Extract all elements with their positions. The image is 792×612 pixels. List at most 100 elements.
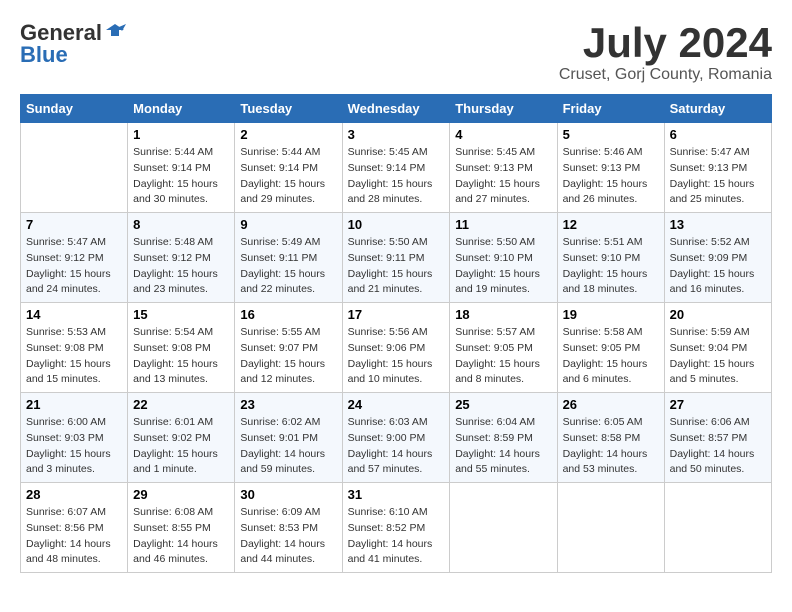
day-number: 14: [26, 307, 122, 322]
day-number: 31: [348, 487, 445, 502]
day-info: Sunrise: 5:45 AM Sunset: 9:14 PM Dayligh…: [348, 145, 445, 208]
calendar-cell: 23Sunrise: 6:02 AM Sunset: 9:01 PM Dayli…: [235, 393, 342, 483]
day-info: Sunrise: 5:47 AM Sunset: 9:13 PM Dayligh…: [670, 145, 766, 208]
calendar-table: SundayMondayTuesdayWednesdayThursdayFrid…: [20, 94, 772, 573]
weekday-header-thursday: Thursday: [450, 95, 557, 123]
day-number: 1: [133, 127, 229, 142]
calendar-cell: 24 Sunrise: 6:03 AM Sunset: 9:00 PM Dayli…: [342, 393, 450, 483]
day-number: 2: [240, 127, 336, 142]
day-info: Sunrise: 6:06 AM Sunset: 8:57 PM Dayligh…: [670, 415, 766, 478]
calendar-cell: [21, 123, 128, 213]
day-info: Sunrise: 5:59 AM Sunset: 9:04 PM Dayligh…: [670, 325, 766, 388]
calendar-cell: 26 Sunrise: 6:05 AM Sunset: 8:58 PM Dayli…: [557, 393, 664, 483]
day-info: Sunrise: 6:07 AM Sunset: 8:56 PM Dayligh…: [26, 505, 122, 568]
calendar-cell: 27 Sunrise: 6:06 AM Sunset: 8:57 PM Dayli…: [664, 393, 771, 483]
title-block: July 2024 Cruset, Gorj County, Romania: [559, 20, 772, 84]
calendar-cell: 15 Sunrise: 5:54 AM Sunset: 9:08 PM Dayli…: [128, 303, 235, 393]
calendar-cell: 4Sunrise: 5:45 AM Sunset: 9:13 PM Daylig…: [450, 123, 557, 213]
day-number: 11: [455, 217, 551, 232]
weekday-header-sunday: Sunday: [21, 95, 128, 123]
day-info: Sunrise: 5:58 AM Sunset: 9:05 PM Dayligh…: [563, 325, 659, 388]
calendar-cell: 5 Sunrise: 5:46 AM Sunset: 9:13 PM Daylig…: [557, 123, 664, 213]
day-info: Sunrise: 5:48 AM Sunset: 9:12 PM Dayligh…: [133, 235, 229, 298]
day-number: 10: [348, 217, 445, 232]
weekday-header-friday: Friday: [557, 95, 664, 123]
day-info: Sunrise: 6:10 AM Sunset: 8:52 PM Dayligh…: [348, 505, 445, 568]
calendar-cell: 7Sunrise: 5:47 AM Sunset: 9:12 PM Daylig…: [21, 213, 128, 303]
day-info: Sunrise: 5:44 AM Sunset: 9:14 PM Dayligh…: [133, 145, 229, 208]
day-info: Sunrise: 5:52 AM Sunset: 9:09 PM Dayligh…: [670, 235, 766, 298]
day-number: 17: [348, 307, 445, 322]
day-info: Sunrise: 5:57 AM Sunset: 9:05 PM Dayligh…: [455, 325, 551, 388]
day-number: 9: [240, 217, 336, 232]
day-number: 16: [240, 307, 336, 322]
calendar-cell: 17 Sunrise: 5:56 AM Sunset: 9:06 PM Dayli…: [342, 303, 450, 393]
day-number: 30: [240, 487, 336, 502]
week-row-3: 14 Sunrise: 5:53 AM Sunset: 9:08 PM Dayli…: [21, 303, 772, 393]
calendar-cell: 16Sunrise: 5:55 AM Sunset: 9:07 PM Dayli…: [235, 303, 342, 393]
day-info: Sunrise: 5:54 AM Sunset: 9:08 PM Dayligh…: [133, 325, 229, 388]
calendar-cell: [450, 483, 557, 573]
day-number: 29: [133, 487, 229, 502]
calendar-cell: 3 Sunrise: 5:45 AM Sunset: 9:14 PM Daylig…: [342, 123, 450, 213]
calendar-cell: 25Sunrise: 6:04 AM Sunset: 8:59 PM Dayli…: [450, 393, 557, 483]
weekday-header-wednesday: Wednesday: [342, 95, 450, 123]
day-info: Sunrise: 5:46 AM Sunset: 9:13 PM Dayligh…: [563, 145, 659, 208]
day-info: Sunrise: 6:09 AM Sunset: 8:53 PM Dayligh…: [240, 505, 336, 568]
calendar-cell: 30 Sunrise: 6:09 AM Sunset: 8:53 PM Dayli…: [235, 483, 342, 573]
day-number: 25: [455, 397, 551, 412]
day-number: 22: [133, 397, 229, 412]
day-number: 5: [563, 127, 659, 142]
calendar-cell: 20 Sunrise: 5:59 AM Sunset: 9:04 PM Dayli…: [664, 303, 771, 393]
day-number: 12: [563, 217, 659, 232]
day-info: Sunrise: 5:50 AM Sunset: 9:10 PM Dayligh…: [455, 235, 551, 298]
day-number: 28: [26, 487, 122, 502]
calendar-cell: 19 Sunrise: 5:58 AM Sunset: 9:05 PM Dayli…: [557, 303, 664, 393]
calendar-cell: 14 Sunrise: 5:53 AM Sunset: 9:08 PM Dayli…: [21, 303, 128, 393]
month-title: July 2024: [559, 20, 772, 66]
day-info: Sunrise: 6:02 AM Sunset: 9:01 PM Dayligh…: [240, 415, 336, 478]
day-number: 26: [563, 397, 659, 412]
calendar-cell: 11 Sunrise: 5:50 AM Sunset: 9:10 PM Dayli…: [450, 213, 557, 303]
day-info: Sunrise: 5:50 AM Sunset: 9:11 PM Dayligh…: [348, 235, 445, 298]
logo: General Blue: [20, 20, 126, 68]
day-number: 20: [670, 307, 766, 322]
calendar-cell: 28 Sunrise: 6:07 AM Sunset: 8:56 PM Dayli…: [21, 483, 128, 573]
week-row-2: 7Sunrise: 5:47 AM Sunset: 9:12 PM Daylig…: [21, 213, 772, 303]
calendar-cell: 10 Sunrise: 5:50 AM Sunset: 9:11 PM Dayli…: [342, 213, 450, 303]
day-number: 18: [455, 307, 551, 322]
day-number: 8: [133, 217, 229, 232]
calendar-cell: 6 Sunrise: 5:47 AM Sunset: 9:13 PM Daylig…: [664, 123, 771, 213]
day-number: 15: [133, 307, 229, 322]
day-number: 27: [670, 397, 766, 412]
day-info: Sunrise: 5:51 AM Sunset: 9:10 PM Dayligh…: [563, 235, 659, 298]
day-number: 21: [26, 397, 122, 412]
day-number: 3: [348, 127, 445, 142]
weekday-header-tuesday: Tuesday: [235, 95, 342, 123]
day-info: Sunrise: 5:53 AM Sunset: 9:08 PM Dayligh…: [26, 325, 122, 388]
calendar-cell: 2 Sunrise: 5:44 AM Sunset: 9:14 PM Daylig…: [235, 123, 342, 213]
day-info: Sunrise: 5:56 AM Sunset: 9:06 PM Dayligh…: [348, 325, 445, 388]
day-info: Sunrise: 6:01 AM Sunset: 9:02 PM Dayligh…: [133, 415, 229, 478]
day-number: 24: [348, 397, 445, 412]
day-number: 6: [670, 127, 766, 142]
day-number: 13: [670, 217, 766, 232]
calendar-cell: 8 Sunrise: 5:48 AM Sunset: 9:12 PM Daylig…: [128, 213, 235, 303]
calendar-cell: 22 Sunrise: 6:01 AM Sunset: 9:02 PM Dayli…: [128, 393, 235, 483]
day-number: 19: [563, 307, 659, 322]
week-row-1: 1 Sunrise: 5:44 AM Sunset: 9:14 PM Daylig…: [21, 123, 772, 213]
day-info: Sunrise: 6:05 AM Sunset: 8:58 PM Dayligh…: [563, 415, 659, 478]
weekday-header-saturday: Saturday: [664, 95, 771, 123]
weekday-header-monday: Monday: [128, 95, 235, 123]
day-info: Sunrise: 5:44 AM Sunset: 9:14 PM Dayligh…: [240, 145, 336, 208]
calendar-cell: 31 Sunrise: 6:10 AM Sunset: 8:52 PM Dayli…: [342, 483, 450, 573]
week-row-4: 21Sunrise: 6:00 AM Sunset: 9:03 PM Dayli…: [21, 393, 772, 483]
day-info: Sunrise: 6:08 AM Sunset: 8:55 PM Dayligh…: [133, 505, 229, 568]
calendar-cell: 18 Sunrise: 5:57 AM Sunset: 9:05 PM Dayli…: [450, 303, 557, 393]
calendar-cell: 9 Sunrise: 5:49 AM Sunset: 9:11 PM Daylig…: [235, 213, 342, 303]
calendar-cell: [664, 483, 771, 573]
calendar-cell: [557, 483, 664, 573]
day-info: Sunrise: 6:03 AM Sunset: 9:00 PM Dayligh…: [348, 415, 445, 478]
day-info: Sunrise: 5:49 AM Sunset: 9:11 PM Dayligh…: [240, 235, 336, 298]
calendar-cell: 1 Sunrise: 5:44 AM Sunset: 9:14 PM Daylig…: [128, 123, 235, 213]
